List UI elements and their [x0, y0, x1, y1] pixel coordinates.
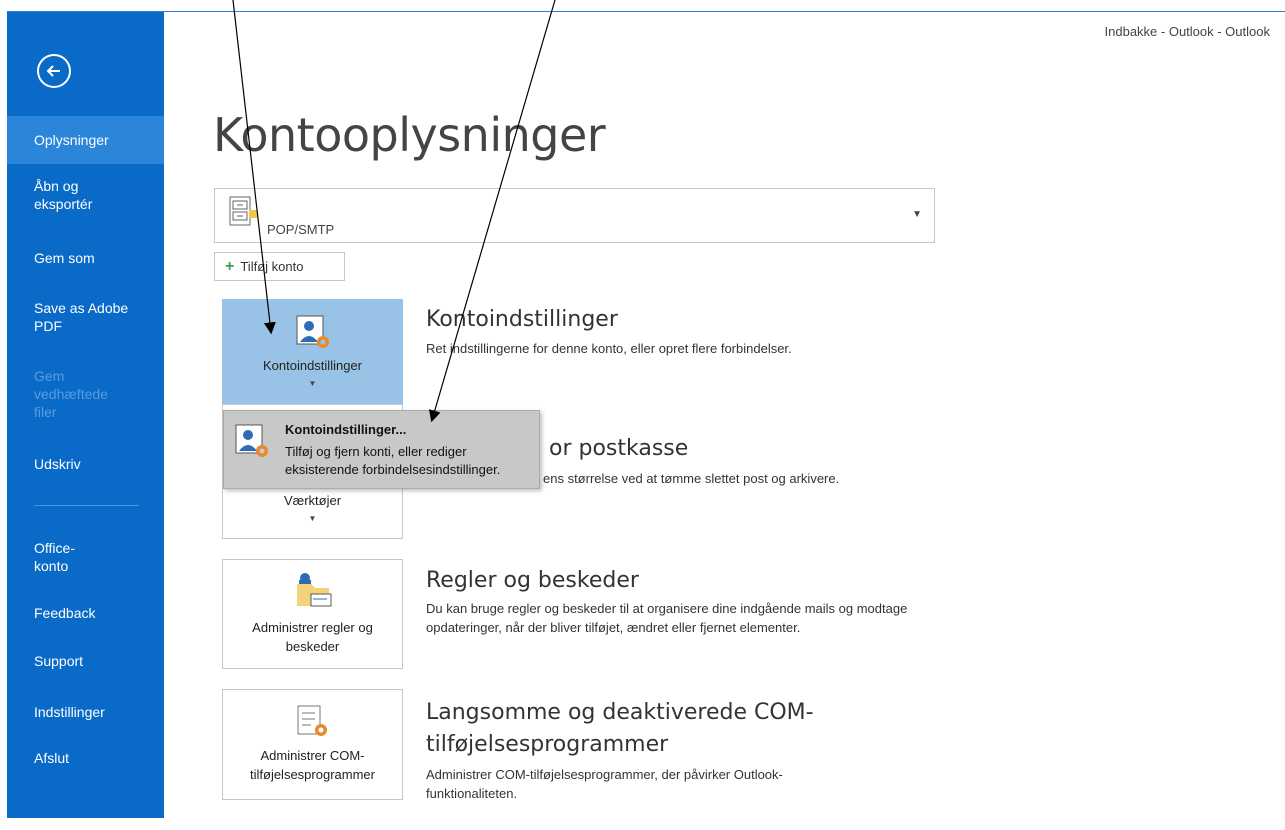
sidebar-item-office-account[interactable]: Office-konto — [7, 539, 107, 575]
sidebar-item-save-attachments: Gem vedhæftede filer — [34, 368, 108, 420]
section-desc-account-settings: Ret indstillingerne for denne konto, ell… — [426, 341, 792, 356]
add-account-button[interactable]: + Tilføj konto — [214, 252, 345, 281]
plus-icon: + — [225, 257, 235, 275]
com-addins-tile[interactable]: Administrer COM-tilføjelsesprogrammer — [222, 689, 403, 800]
account-selector[interactable]: POP/SMTP ▼ — [214, 188, 935, 243]
back-button[interactable] — [37, 54, 71, 88]
tile-label: Værktøjer — [283, 493, 342, 508]
back-arrow-icon — [46, 65, 60, 77]
backstage-sidebar: Oplysninger Åbn og eksportér Gem som Sav… — [7, 12, 164, 818]
section-title-account-settings: Kontoindstillinger — [426, 307, 618, 332]
sidebar-item-feedback[interactable]: Feedback — [7, 604, 164, 622]
account-settings-icon — [296, 315, 329, 348]
tile-label: Administrer regler og beskeder — [252, 620, 373, 654]
sidebar-item-oplysninger[interactable]: Oplysninger — [7, 116, 164, 164]
account-file-icon — [229, 196, 257, 226]
sidebar-item-exit[interactable]: Afslut — [7, 749, 164, 767]
account-settings-icon — [235, 424, 268, 457]
sidebar-item-save-as-pdf[interactable]: Save as Adobe PDF — [7, 299, 147, 335]
account-type-label: POP/SMTP — [267, 222, 335, 237]
window-title: Indbakke - Outlook - Outlook — [1104, 24, 1270, 39]
menu-item-desc: Tilføj og fjern konti, eller rediger eks… — [285, 444, 501, 477]
account-settings-tile[interactable]: Kontoindstillinger ▼ — [222, 299, 403, 404]
sidebar-item-print[interactable]: Udskriv — [7, 455, 164, 473]
chevron-down-icon: ▼ — [308, 514, 317, 523]
rules-alerts-icon — [296, 573, 331, 607]
menu-item-title: Kontoindstillinger... — [285, 422, 407, 437]
com-addins-icon — [297, 705, 327, 736]
chevron-down-icon: ▼ — [912, 209, 922, 220]
sidebar-item-open-export[interactable]: Åbn og eksportér — [7, 177, 127, 213]
section-title-rules: Regler og beskeder — [426, 568, 639, 593]
sidebar-item-save-as[interactable]: Gem som — [7, 249, 164, 267]
sidebar-item-settings[interactable]: Indstillinger — [7, 703, 164, 721]
account-settings-menu-item[interactable]: Kontoindstillinger... Tilføj og fjern ko… — [223, 410, 540, 489]
chevron-down-icon: ▼ — [308, 379, 317, 388]
page-title: Kontooplysninger — [213, 108, 606, 162]
rules-tile[interactable]: Administrer regler og beskeder — [222, 559, 403, 669]
tile-label: Administrer COM-tilføjelsesprogrammer — [250, 748, 375, 782]
section-desc-rules: Du kan bruge regler og beskeder til at o… — [426, 601, 908, 635]
section-title-mailbox: or postkasse — [549, 436, 689, 461]
section-desc-com-addins: Administrer COM-tilføjelsesprogrammer, d… — [426, 767, 783, 801]
sidebar-item-support[interactable]: Support — [7, 652, 164, 670]
sidebar-divider — [34, 505, 139, 506]
tile-label: Kontoindstillinger — [262, 358, 362, 373]
section-title-com-addins: Langsomme og deaktiverede COM-tilføjelse… — [426, 700, 814, 757]
section-desc-mailbox: ens størrelse ved at tømme slettet post … — [543, 471, 840, 486]
